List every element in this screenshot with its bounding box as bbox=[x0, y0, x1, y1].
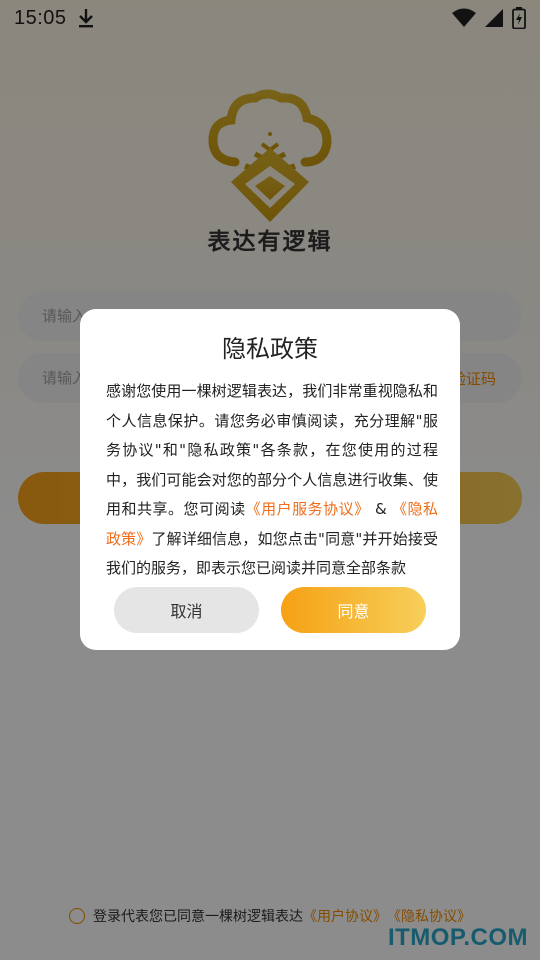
dialog-body-text: 感谢您使用一棵树逻辑表达，我们非常重视隐私和个人信息保护。请您务必审慎阅读，充分… bbox=[106, 382, 438, 518]
dialog-title: 隐私政策 bbox=[222, 335, 318, 363]
user-service-agreement-link[interactable]: 《用户服务协议》 bbox=[246, 500, 370, 518]
privacy-dialog: 隐私政策 感谢您使用一棵树逻辑表达，我们非常重视隐私和个人信息保护。请您务必审慎… bbox=[80, 309, 460, 650]
dialog-body: 感谢您使用一棵树逻辑表达，我们非常重视隐私和个人信息保护。请您务必审慎阅读，充分… bbox=[106, 377, 438, 584]
cancel-button[interactable]: 取消 bbox=[114, 587, 259, 633]
agree-button[interactable]: 同意 bbox=[281, 587, 426, 633]
dialog-body-text-2: 了解详细信息，如您点击"同意"并开始接受我们的服务，即表示您已阅读并同意全部条款 bbox=[106, 529, 438, 578]
ampersand-text: & bbox=[369, 500, 392, 518]
